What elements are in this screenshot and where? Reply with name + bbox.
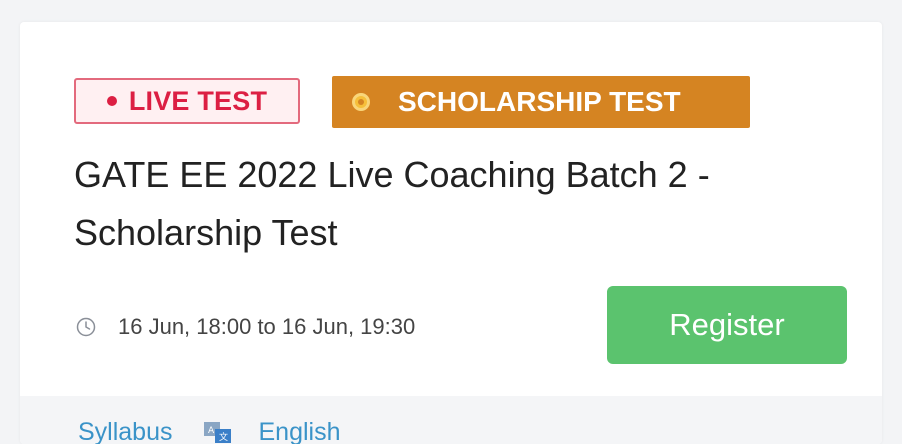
- svg-text:文: 文: [219, 431, 228, 443]
- test-title: GATE EE 2022 Live Coaching Batch 2 - Sch…: [74, 154, 710, 253]
- syllabus-link[interactable]: Syllabus: [78, 418, 173, 444]
- svg-text:A: A: [208, 426, 215, 436]
- timing-text: 16 Jun, 18:00 to 16 Jun, 19:30: [118, 314, 416, 339]
- live-test-badge: LIVE TEST: [74, 78, 300, 124]
- live-test-label: LIVE TEST: [128, 85, 268, 116]
- card-footer: Syllabus A 文 English: [20, 396, 882, 444]
- test-card: LIVE TEST SCHOLARSHIP TEST GATE EE 2022 …: [20, 22, 882, 444]
- coin-icon: [352, 93, 370, 111]
- scholarship-test-label: SCHOLARSHIP TEST: [398, 86, 681, 117]
- language-icon: A 文: [203, 421, 231, 443]
- footer-links: Syllabus A 文 English: [78, 418, 341, 444]
- scholarship-test-badge: SCHOLARSHIP TEST: [332, 76, 750, 128]
- test-timing: 16 Jun, 18:00 to 16 Jun, 19:30: [76, 314, 415, 340]
- clock-icon: [76, 317, 96, 337]
- language-label[interactable]: English: [259, 418, 341, 444]
- live-dot-icon: [106, 96, 117, 106]
- register-button[interactable]: Register: [607, 286, 847, 364]
